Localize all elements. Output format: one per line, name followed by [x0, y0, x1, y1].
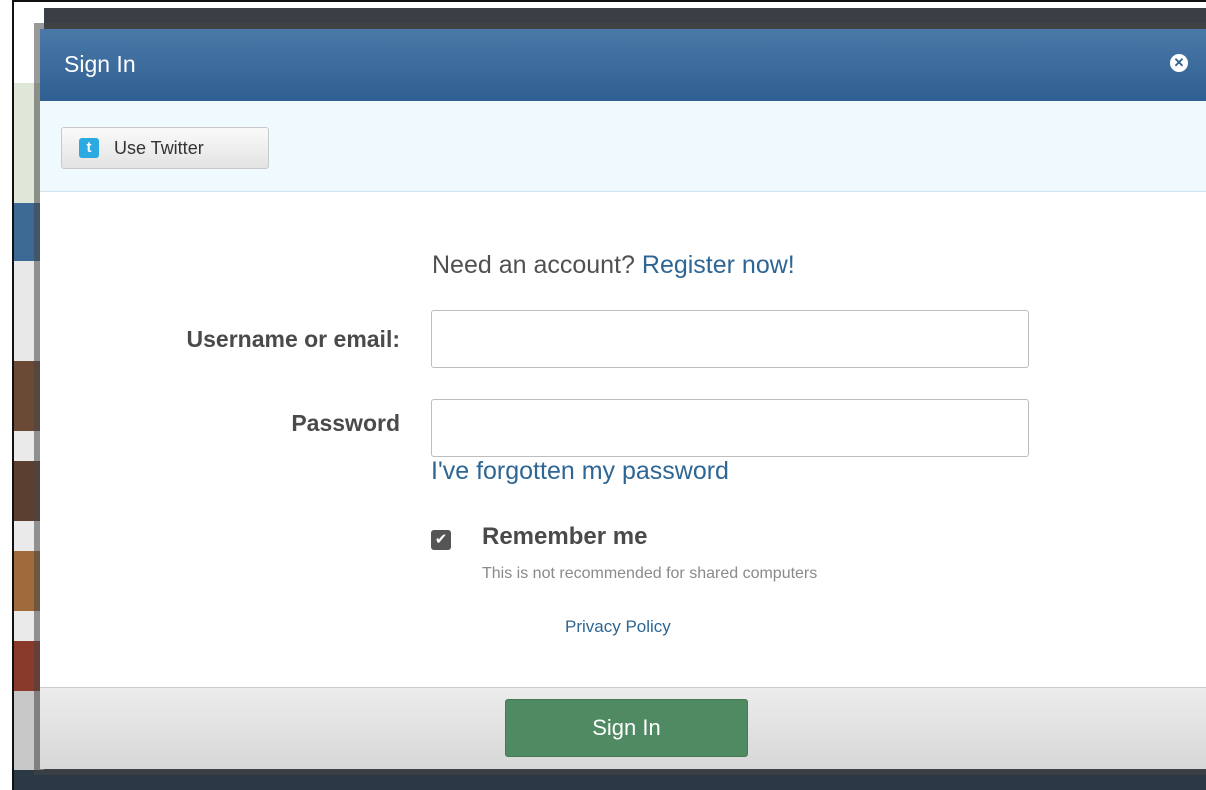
register-line: Need an account? Register now! [432, 251, 795, 280]
remember-me-hint: This is not recommended for shared compu… [482, 565, 818, 582]
social-login-bar: t Use Twitter [40, 101, 1206, 192]
dialog-footer: Sign In [40, 687, 1206, 769]
use-twitter-button[interactable]: t Use Twitter [61, 127, 269, 169]
backdrop-top-bar [14, 0, 1206, 8]
backdrop-bottom-bar [14, 770, 1206, 790]
twitter-icon: t [79, 138, 99, 158]
sign-in-button[interactable]: Sign In [505, 699, 748, 757]
password-label: Password [291, 410, 400, 436]
use-twitter-label: Use Twitter [114, 138, 204, 158]
forgot-password-link[interactable]: I've forgotten my password [431, 457, 729, 486]
dialog-header: Sign In ✕ [40, 29, 1206, 101]
dialog-title: Sign In [64, 51, 136, 77]
close-icon[interactable]: ✕ [1170, 54, 1188, 72]
page: Sign In ✕ t Use Twitter Need an account?… [0, 0, 1206, 790]
username-label: Username or email: [186, 326, 400, 352]
register-prompt: Need an account? [432, 251, 635, 279]
remember-me-checkbox[interactable]: ✔ [431, 530, 451, 550]
password-field[interactable] [431, 399, 1029, 457]
privacy-policy-link[interactable]: Privacy Policy [565, 617, 671, 637]
sign-in-dialog: Sign In ✕ t Use Twitter Need an account?… [40, 29, 1206, 769]
username-field[interactable] [431, 310, 1029, 368]
remember-me-label[interactable]: Remember me [482, 523, 647, 551]
register-link[interactable]: Register now! [642, 251, 795, 279]
